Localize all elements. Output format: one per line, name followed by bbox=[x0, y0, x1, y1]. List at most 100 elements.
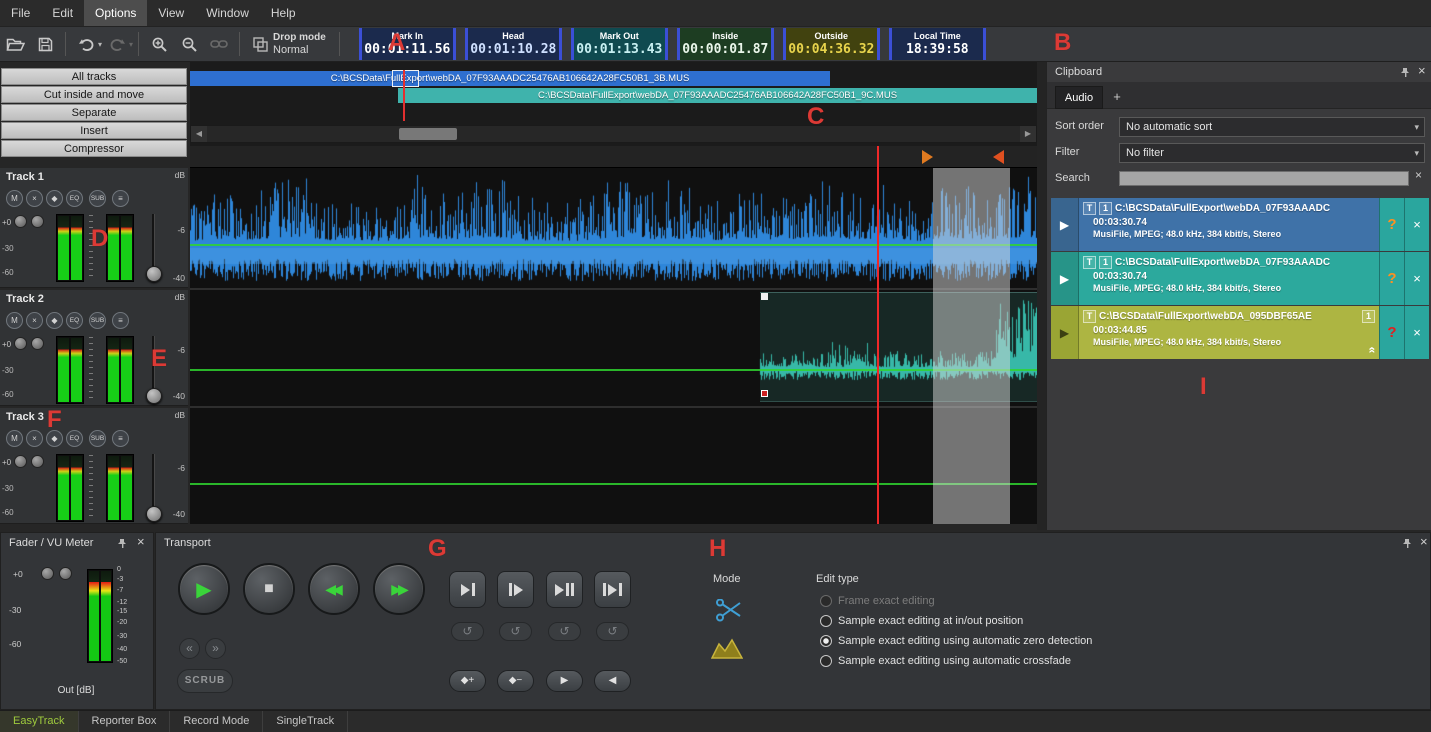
menu-view[interactable]: View bbox=[147, 0, 195, 26]
overview-view-window[interactable] bbox=[392, 70, 419, 87]
horizontal-scrollbar[interactable]: ◀ ▶ bbox=[190, 125, 1037, 143]
remove-clip-button[interactable]: × bbox=[1404, 306, 1429, 359]
play-to-in-button[interactable] bbox=[449, 571, 486, 608]
menu-edit[interactable]: Edit bbox=[41, 0, 84, 26]
mute-button[interactable]: M bbox=[6, 430, 23, 447]
pan-button[interactable]: ◆ bbox=[46, 190, 63, 207]
clipboard-item-3[interactable]: ▶ T C:\BCSData\FullExport\webDA_095DBF65… bbox=[1051, 306, 1429, 359]
track-menu-button[interactable]: ≡ bbox=[112, 430, 129, 447]
save-icon[interactable] bbox=[32, 31, 58, 57]
help-button[interactable]: ? bbox=[1379, 252, 1404, 305]
previous-button[interactable]: « bbox=[179, 638, 200, 659]
undo-icon[interactable] bbox=[73, 31, 99, 57]
drop-mode-control[interactable]: Drop mode Normal bbox=[253, 32, 326, 56]
clipboard-item-1[interactable]: ▶ T 1 C:\BCSData\FullExport\webDA_07F93A… bbox=[1051, 198, 1429, 251]
play-from-in-button[interactable] bbox=[497, 571, 534, 608]
track2-waveform[interactable] bbox=[190, 290, 1037, 406]
menu-options[interactable]: Options bbox=[84, 0, 147, 26]
menu-file[interactable]: File bbox=[0, 0, 41, 26]
tab-reporter-box[interactable]: Reporter Box bbox=[79, 711, 171, 732]
tab-easytrack[interactable]: EasyTrack bbox=[0, 711, 79, 732]
play-to-out-button[interactable] bbox=[546, 571, 583, 608]
compressor-button[interactable]: Compressor bbox=[1, 140, 187, 157]
time-selection-overlay[interactable] bbox=[933, 168, 1010, 524]
clip-fade-handle[interactable] bbox=[761, 293, 768, 300]
remove-marker-button[interactable]: ◆− bbox=[497, 670, 534, 692]
collapse-icon[interactable]: « bbox=[1366, 347, 1379, 354]
sort-order-select[interactable]: No automatic sort▾ bbox=[1119, 117, 1425, 137]
playhead-cursor[interactable] bbox=[877, 146, 879, 524]
tab-singletrack[interactable]: SingleTrack bbox=[263, 711, 348, 732]
close-icon[interactable]: × bbox=[1420, 534, 1428, 549]
track1-waveform[interactable] bbox=[190, 168, 1037, 288]
cut-button[interactable]: × bbox=[26, 312, 43, 329]
play-button[interactable]: ▶ bbox=[178, 563, 230, 615]
radio-sample-exact-zero[interactable]: Sample exact editing using automatic zer… bbox=[820, 635, 1092, 647]
play-button[interactable]: ▶ bbox=[1051, 198, 1079, 251]
radio-sample-exact-inout[interactable]: Sample exact editing at in/out position bbox=[820, 615, 1023, 627]
eq-button[interactable]: EQ bbox=[66, 190, 83, 207]
tab-audio[interactable]: Audio bbox=[1055, 86, 1103, 109]
overview-file-bar-2[interactable]: C:\BCSData\FullExport\webDA_07F93AAADC25… bbox=[398, 88, 1037, 103]
cut-button[interactable]: × bbox=[26, 190, 43, 207]
clip-marker-handle[interactable] bbox=[761, 390, 768, 397]
separate-button[interactable]: Separate bbox=[1, 104, 187, 121]
sub-button[interactable]: SUB bbox=[89, 190, 106, 207]
fast-forward-button[interactable]: ▶▶ bbox=[373, 563, 425, 615]
mute-button[interactable]: M bbox=[6, 190, 23, 207]
loop-from-in-button[interactable]: ↺ bbox=[499, 622, 532, 641]
sub-button[interactable]: SUB bbox=[89, 312, 106, 329]
gain-knob[interactable] bbox=[31, 337, 44, 350]
stop-button[interactable]: ■ bbox=[243, 563, 295, 615]
menu-window[interactable]: Window bbox=[195, 0, 260, 26]
pin-icon[interactable] bbox=[1400, 67, 1411, 81]
close-icon[interactable]: × bbox=[1418, 63, 1426, 78]
zoom-out-icon[interactable] bbox=[176, 31, 202, 57]
overview-file-bar-1[interactable]: C:\BCSData\FullExport\webDA_07F93AAADC25… bbox=[190, 71, 830, 86]
loop-from-out-button[interactable]: ↺ bbox=[596, 622, 629, 641]
gain-knob[interactable] bbox=[31, 455, 44, 468]
output-knob-right[interactable] bbox=[59, 567, 72, 580]
clipboard-item-2[interactable]: ▶ T 1 C:\BCSData\FullExport\webDA_07F93A… bbox=[1051, 252, 1429, 305]
loop-to-out-button[interactable]: ↺ bbox=[548, 622, 581, 641]
zoom-in-icon[interactable] bbox=[146, 31, 172, 57]
cut-inside-and-move-button[interactable]: Cut inside and move bbox=[1, 86, 187, 103]
mute-button[interactable]: M bbox=[6, 312, 23, 329]
track-waveform-area[interactable] bbox=[190, 168, 1037, 524]
track-menu-button[interactable]: ≡ bbox=[112, 190, 129, 207]
previous-marker-button[interactable]: ◀ bbox=[594, 670, 631, 692]
mark-out-marker-icon[interactable] bbox=[993, 150, 1004, 164]
pin-icon[interactable] bbox=[1402, 538, 1413, 552]
eq-button[interactable]: EQ bbox=[66, 430, 83, 447]
add-tab-button[interactable]: + bbox=[1105, 86, 1129, 109]
radio-sample-exact-crossfade[interactable]: Sample exact editing using automatic cro… bbox=[820, 655, 1071, 667]
play-button[interactable]: ▶ bbox=[1051, 252, 1079, 305]
rewind-button[interactable]: ◀◀ bbox=[308, 563, 360, 615]
tab-record-mode[interactable]: Record Mode bbox=[170, 711, 263, 732]
pan-knob[interactable] bbox=[14, 455, 27, 468]
pan-knob[interactable] bbox=[14, 215, 27, 228]
redo-icon[interactable] bbox=[104, 31, 130, 57]
play-from-out-button[interactable] bbox=[594, 571, 631, 608]
next-marker-button[interactable]: ▶ bbox=[546, 670, 583, 692]
pin-icon[interactable] bbox=[117, 538, 128, 552]
track-menu-button[interactable]: ≡ bbox=[112, 312, 129, 329]
next-button[interactable]: » bbox=[205, 638, 226, 659]
pan-knob[interactable] bbox=[14, 337, 27, 350]
open-folder-icon[interactable] bbox=[2, 31, 28, 57]
cut-mode-button[interactable] bbox=[715, 599, 743, 626]
envelope-mode-button[interactable] bbox=[711, 637, 743, 664]
gain-knob[interactable] bbox=[31, 215, 44, 228]
remove-clip-button[interactable]: × bbox=[1404, 252, 1429, 305]
timeline-ruler[interactable] bbox=[190, 146, 1037, 168]
play-button[interactable]: ▶ bbox=[1051, 306, 1079, 359]
scrub-button[interactable]: SCRUB bbox=[177, 669, 233, 693]
menu-help[interactable]: Help bbox=[260, 0, 307, 26]
remove-clip-button[interactable]: × bbox=[1404, 198, 1429, 251]
scroll-left-icon[interactable]: ◀ bbox=[191, 126, 207, 142]
loop-to-in-button[interactable]: ↺ bbox=[451, 622, 484, 641]
filter-select[interactable]: No filter▾ bbox=[1119, 143, 1425, 163]
eq-button[interactable]: EQ bbox=[66, 312, 83, 329]
cut-button[interactable]: × bbox=[26, 430, 43, 447]
insert-button[interactable]: Insert bbox=[1, 122, 187, 139]
